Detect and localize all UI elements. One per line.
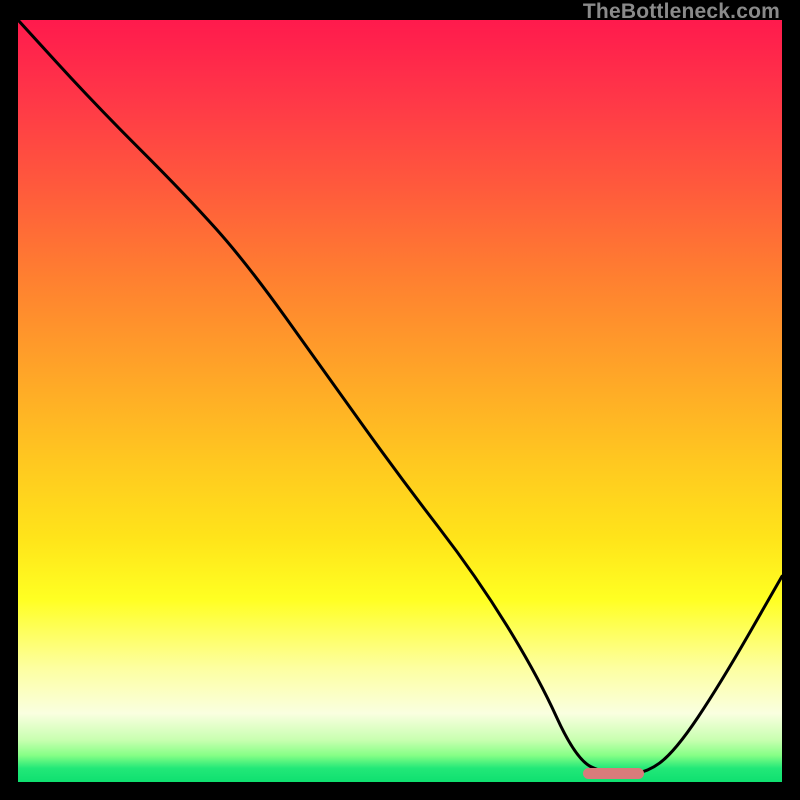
- chart-frame: TheBottleneck.com: [0, 0, 800, 800]
- plot-area: [18, 20, 782, 782]
- optimum-marker: [583, 768, 644, 779]
- bottleneck-curve-path: [18, 20, 782, 774]
- curve-svg: [18, 20, 782, 782]
